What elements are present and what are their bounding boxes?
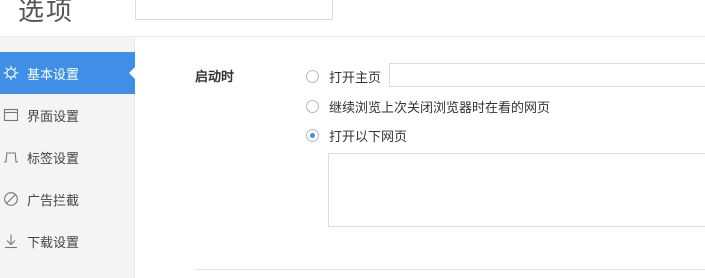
radio-open-specific-pages[interactable]: 打开以下网页 [306, 126, 407, 145]
download-icon [3, 233, 19, 249]
sidebar-item-interface-settings[interactable]: 界面设置 [0, 94, 135, 136]
tab-icon [3, 149, 19, 165]
radio-label: 打开主页 [329, 71, 382, 86]
homepage-url-input[interactable] [389, 63, 705, 87]
radio-label: 打开以下网页 [329, 130, 408, 145]
gear-icon [3, 65, 19, 81]
radio-button[interactable] [306, 129, 319, 142]
sidebar-item-ad-block[interactable]: 广告拦截 [0, 178, 135, 220]
block-icon [3, 191, 19, 207]
startup-section-label: 启动时 [195, 70, 235, 85]
sidebar-item-label: 下载设置 [27, 235, 80, 251]
startup-pages-textarea[interactable] [328, 153, 705, 227]
sidebar-item-label: 界面设置 [27, 109, 80, 125]
sidebar-item-tab-settings[interactable]: 标签设置 [0, 136, 135, 178]
radio-continue-last-session[interactable]: 继续浏览上次关闭浏览器时在看的网页 [306, 97, 550, 116]
section-divider [195, 269, 705, 270]
page-title: 选项 [18, 0, 75, 27]
radio-button[interactable] [306, 70, 319, 83]
sidebar-item-label: 标签设置 [27, 151, 80, 167]
sidebar-item-basic-settings[interactable]: 基本设置 [0, 52, 136, 94]
window-icon [3, 107, 19, 123]
sidebar-item-download-settings[interactable]: 下载设置 [0, 220, 135, 262]
radio-button[interactable] [306, 100, 319, 113]
radio-open-homepage[interactable]: 打开主页 [306, 67, 381, 86]
sidebar: 基本设置 界面设置 标签设置 广告拦截 下载设置 [0, 37, 136, 278]
search-input[interactable] [135, 0, 333, 20]
radio-label: 继续浏览上次关闭浏览器时在看的网页 [329, 101, 551, 116]
sidebar-item-label: 广告拦截 [27, 193, 80, 209]
sidebar-item-label: 基本设置 [27, 67, 80, 83]
